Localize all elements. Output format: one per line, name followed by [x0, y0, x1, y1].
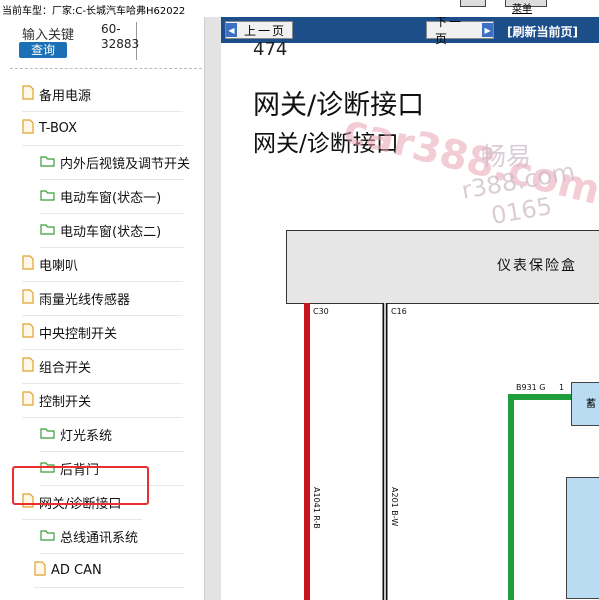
- folder-icon: [40, 529, 55, 545]
- tree-item-label: T-BOX: [39, 121, 77, 136]
- tree-item[interactable]: AD CAN: [34, 554, 184, 588]
- tree-item-label: 灯光系统: [60, 429, 113, 444]
- toolbar-button-1[interactable]: [460, 0, 486, 7]
- file-icon: [22, 85, 34, 104]
- sidebar-scrollbar[interactable]: [204, 17, 222, 600]
- wire1-connector: C30: [313, 307, 329, 316]
- tree-item[interactable]: 备用电源: [22, 78, 183, 112]
- contact-number-line2: 32883: [101, 37, 140, 51]
- contact-number-line1: 60-: [101, 22, 121, 36]
- folder-icon: [40, 155, 55, 171]
- tree-item-label: 电动车窗(状态二): [60, 225, 162, 240]
- tree-item[interactable]: T-BOX: [22, 112, 183, 146]
- tree-item-label: 雨量光线传感器: [39, 293, 131, 308]
- selected-item-highlight: [12, 466, 149, 505]
- pin-number: 1: [559, 383, 565, 392]
- tree-item-label: AD CAN: [51, 563, 102, 578]
- file-icon: [22, 255, 34, 274]
- current-vehicle-label: 当前车型：厂家:C-长城汽车哈弗H62022: [2, 6, 186, 17]
- wire3-code: B931 G: [516, 383, 546, 392]
- module-box: [566, 477, 599, 599]
- wire2-connector: C16: [391, 307, 407, 316]
- contact-number: 60- 32883: [96, 22, 140, 60]
- tree-item[interactable]: 控制开关: [22, 384, 183, 418]
- divider: [10, 68, 202, 69]
- battery-label: 蓄: [586, 399, 596, 410]
- file-icon: [22, 391, 34, 410]
- tree-item[interactable]: 电动车窗(状态二): [40, 214, 184, 248]
- tree-item-label: 控制开关: [39, 395, 92, 410]
- tree-item-label: 备用电源: [39, 89, 92, 104]
- tree-item[interactable]: 灯光系统: [40, 418, 184, 452]
- folder-icon: [40, 189, 55, 205]
- file-icon: [22, 323, 34, 342]
- tree-item[interactable]: 雨量光线传感器: [22, 282, 183, 316]
- tree-item-label: 中央控制开关: [39, 327, 118, 342]
- tree-item-label: 总线通讯系统: [60, 531, 139, 546]
- tree-item[interactable]: 总线通讯系统: [40, 520, 184, 554]
- tree-item[interactable]: 组合开关: [22, 350, 183, 384]
- folder-icon: [40, 427, 55, 443]
- wire2-code: A201 B-W: [390, 487, 399, 527]
- file-icon: [22, 289, 34, 308]
- folder-icon: [40, 223, 55, 239]
- wire-green: [508, 394, 571, 600]
- tree-item-label: 电喇叭: [39, 259, 79, 274]
- file-icon: [22, 119, 34, 138]
- tree-item-label: 内外后视镜及调节开关: [60, 157, 191, 172]
- tree-item-label: 电动车窗(状态一): [60, 191, 162, 206]
- top-bar: 当前车型：厂家:C-长城汽车哈弗H62022 菜单: [0, 0, 599, 17]
- menu-label[interactable]: 菜单: [512, 0, 532, 15]
- wiring-diagram: [304, 303, 571, 600]
- file-icon: [22, 357, 34, 376]
- search-keyword-label: 输入关键: [22, 28, 75, 43]
- tree-item[interactable]: 中央控制开关: [22, 316, 183, 350]
- file-icon: [34, 561, 46, 580]
- tree-item[interactable]: 电动车窗(状态一): [40, 180, 184, 214]
- document-view: ◀ 上一页 下一页 ▶ [刷新当前页] 474 网关/诊断接口 网关/诊断接口 …: [221, 17, 599, 600]
- tree-item[interactable]: 内外后视镜及调节开关: [40, 146, 190, 180]
- battery-box: 蓄: [571, 382, 599, 426]
- tree-item[interactable]: 电喇叭: [22, 248, 183, 282]
- wire1-code: A1041 R-B: [312, 487, 321, 529]
- tree-item-label: 组合开关: [39, 361, 92, 376]
- search-button[interactable]: 查询: [19, 42, 67, 58]
